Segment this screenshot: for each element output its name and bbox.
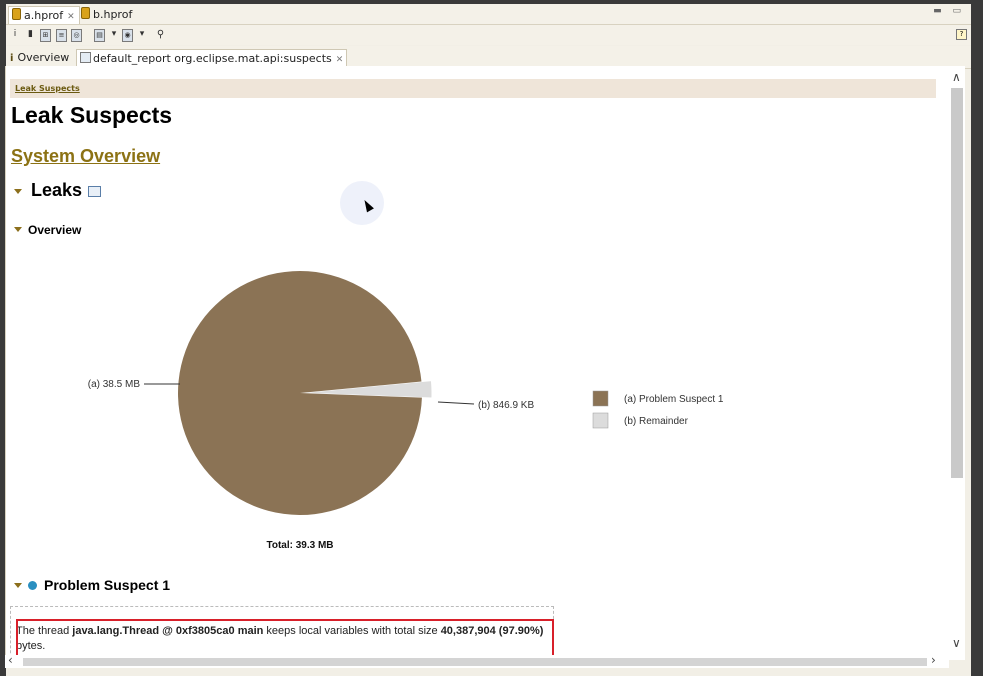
problem-suspect-heading[interactable]: Problem Suspect 1 (14, 577, 170, 593)
tab-overview[interactable]: i Overview (10, 49, 69, 67)
thread-icon[interactable]: ◎ (71, 29, 82, 42)
highlight-annotation (16, 619, 554, 659)
histogram-icon[interactable]: ▮ (26, 29, 35, 40)
vertical-scrollbar[interactable]: ∧ ∨ (949, 66, 965, 660)
slice-label-a: (a) 38.5 MB (88, 379, 141, 390)
chevron-left-icon[interactable]: ‹ (8, 653, 13, 667)
suspect-icon (28, 581, 37, 590)
tab-a-hprof[interactable]: a.hprof ✕ (8, 6, 80, 24)
minimize-icon[interactable]: ▬ (933, 6, 946, 16)
info-icon: i (10, 53, 14, 64)
legend-label: (b) Remainder (624, 416, 689, 427)
help-icon[interactable]: ? (956, 29, 967, 40)
chevron-down-icon[interactable]: ∨ (952, 636, 961, 650)
report-content: Leak Suspects Leak Suspects System Overv… (5, 66, 950, 660)
legend-swatch (592, 412, 609, 429)
slice-label-b: (b) 846.9 KB (478, 400, 534, 411)
horizontal-scrollbar[interactable]: ‹ › (5, 653, 949, 668)
toolbar: i ▮ ⊞ ≡ ◎ ▤ ▾ ◉ ▾ ⚲ ? (6, 25, 971, 45)
legend-swatch (592, 390, 609, 407)
editor-tab-bar: a.hprof ✕ b.hprof ▬ ▭ (6, 4, 971, 25)
maximize-icon[interactable]: ▭ (952, 6, 965, 16)
legend-label: (a) Problem Suspect 1 (624, 394, 724, 405)
tab-label: default_report org.eclipse.mat.api:suspe… (93, 52, 332, 65)
chevron-down-icon[interactable]: ▾ (110, 29, 118, 40)
scroll-thumb[interactable] (951, 88, 963, 478)
problem-suspect-label: Problem Suspect 1 (44, 577, 171, 593)
chevron-down-icon[interactable]: ▾ (138, 29, 146, 40)
oql-icon[interactable]: ≡ (56, 29, 67, 42)
chart-total-label: Total: 39.3 MB (266, 540, 333, 551)
chevron-right-icon[interactable]: › (931, 653, 936, 667)
scroll-thumb[interactable] (23, 658, 927, 666)
chevron-up-icon[interactable]: ∧ (952, 70, 961, 84)
close-icon[interactable]: ✕ (336, 55, 344, 65)
collapse-icon[interactable] (14, 583, 22, 588)
query-browser-icon[interactable]: ▤ (94, 29, 105, 42)
pie-chart: (a) 38.5 MB (b) 846.9 KB (a) Problem Suspe… (88, 270, 724, 551)
heap-file-icon (12, 8, 21, 20)
tab-label: a.hprof (24, 9, 64, 22)
dominator-tree-icon[interactable]: ⊞ (40, 29, 51, 42)
report-icon (80, 52, 91, 63)
tab-label: Overview (17, 51, 70, 64)
heap-dump-icon[interactable]: ◉ (122, 29, 133, 42)
heap-file-icon (81, 7, 90, 19)
callout-line-b (437, 401, 475, 405)
info-icon[interactable]: i (12, 29, 18, 40)
search-icon[interactable]: ⚲ (155, 29, 166, 40)
close-icon[interactable]: ✕ (67, 12, 75, 22)
tab-b-hprof[interactable]: b.hprof (78, 6, 136, 23)
window-controls[interactable]: ▬ ▭ (933, 6, 965, 16)
tab-label: b.hprof (93, 8, 133, 21)
